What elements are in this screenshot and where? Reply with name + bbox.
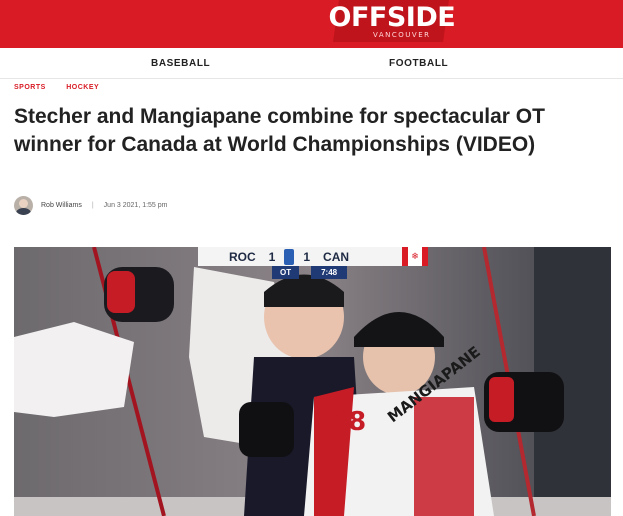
- byline: Rob Williams | Jun 3 2021, 1:55 pm: [14, 195, 168, 215]
- nav-link-baseball[interactable]: BASEBALL: [151, 58, 210, 69]
- logo-subtext: VANCOUVER: [373, 30, 431, 39]
- canada-flag-icon: ❄: [402, 247, 428, 266]
- logo-text: OFFSIDE: [328, 1, 455, 33]
- scoreboard-clock: 7:48: [311, 266, 348, 279]
- jersey-number: 88: [330, 407, 367, 437]
- video-player[interactable]: 88 MANGIAPANE ROC 1 1 CAN ❄ OT 7:48: [14, 247, 611, 516]
- author-avatar[interactable]: [14, 195, 33, 215]
- site-header: OFFSIDE VANCOUVER: [0, 0, 623, 48]
- article-title: Stecher and Mangiapane combine for spect…: [14, 105, 545, 156]
- scoreboard-top: ROC 1 1 CAN ❄: [198, 247, 428, 266]
- scoreboard-bottom: OT 7:48: [198, 266, 428, 279]
- publish-date: Jun 3 2021, 1:55 pm: [103, 201, 168, 209]
- video-frame: [14, 247, 611, 516]
- byline-separator: |: [91, 201, 94, 209]
- scoreboard-home-team: ROC: [229, 249, 256, 264]
- main-nav: BASEBALL FOOTBALL: [0, 48, 623, 79]
- tournament-logo-icon: [284, 248, 295, 265]
- scoreboard-away-team: CAN: [323, 249, 350, 264]
- author-name[interactable]: Rob Williams: [41, 202, 82, 209]
- scoreboard-away-score: 1: [303, 249, 311, 264]
- scoreboard-home-score: 1: [268, 249, 276, 264]
- scoreboard-overlay: ROC 1 1 CAN ❄ OT 7:48: [198, 247, 428, 279]
- scoreboard-period: OT: [272, 266, 300, 279]
- category-tag-hockey[interactable]: HOCKEY: [66, 84, 99, 91]
- nav-link-football[interactable]: FOOTBALL: [389, 58, 448, 69]
- category-tags: SPORTS HOCKEY: [14, 84, 117, 91]
- category-tag-sports[interactable]: SPORTS: [14, 84, 46, 91]
- site-logo[interactable]: OFFSIDE VANCOUVER: [328, 0, 455, 42]
